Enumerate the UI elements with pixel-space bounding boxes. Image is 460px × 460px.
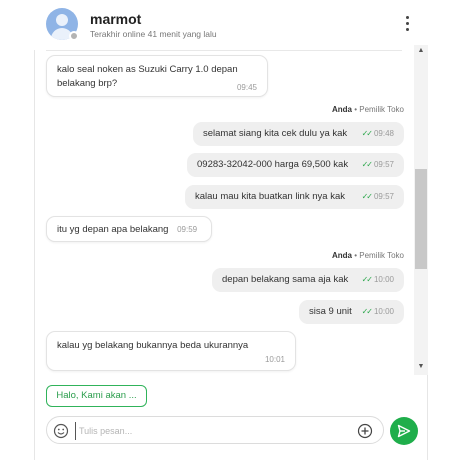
double-check-icon: ✓✓ (361, 160, 373, 169)
message-input[interactable] (75, 422, 345, 440)
scroll-down-arrow-icon[interactable]: ▼ (414, 363, 428, 373)
smiley-icon[interactable] (53, 423, 69, 439)
message-time: 09:57 (373, 160, 394, 169)
chat-header: marmot Terakhir online 41 menit yang lal… (34, 0, 428, 50)
avatar-head (56, 14, 68, 26)
message-time: 09:45 (236, 83, 257, 92)
message-time: 09:59 (177, 225, 198, 234)
message-text: 09283-32042-000 harga 69,500 kak (197, 159, 349, 170)
outgoing-message: selamat siang kita cek dulu ya kak ✓✓ 09:… (193, 122, 404, 146)
message-text: kalo seal noken as Suzuki Carry 1.0 depa… (57, 64, 238, 75)
incoming-message: kalau yg belakang bukannya beda ukuranny… (46, 331, 296, 371)
outgoing-message: kalau mau kita buatkan link nya kak ✓✓ 09… (185, 185, 404, 209)
double-check-icon: ✓✓ (361, 129, 373, 138)
quick-reply-button[interactable]: Halo, Kami akan ... (46, 385, 147, 407)
contact-name[interactable]: marmot (90, 11, 141, 27)
message-time: 10:00 (373, 307, 394, 316)
plus-circle-icon[interactable] (357, 423, 373, 439)
clipped-message-edge (46, 45, 402, 51)
incoming-message: kalo seal noken as Suzuki Carry 1.0 depa… (46, 55, 268, 97)
message-text: kalau yg belakang bukannya beda ukuranny… (57, 340, 249, 351)
last-seen-text: Terakhir online 41 menit yang lalu (90, 29, 217, 39)
message-scrollbar[interactable]: ▲ ▼ (414, 45, 428, 375)
outgoing-message: depan belakang sama aja kak ✓✓ 10:00 (212, 268, 404, 292)
message-time: 10:01 (264, 355, 285, 364)
double-check-icon: ✓✓ (361, 307, 373, 316)
message-text: belakang brp? (57, 78, 118, 89)
send-arrow-icon (397, 424, 411, 438)
sender-name: Anda (331, 105, 352, 114)
incoming-message: itu yg depan apa belakang 09:59 (46, 216, 212, 242)
more-vertical-icon[interactable] (401, 16, 413, 34)
message-composer (46, 416, 384, 444)
send-button[interactable] (390, 417, 418, 445)
scroll-up-arrow-icon[interactable]: ▲ (414, 47, 428, 57)
scroll-thumb[interactable] (415, 169, 427, 269)
message-list[interactable]: kalo seal noken as Suzuki Carry 1.0 depa… (34, 45, 414, 375)
message-time: 09:57 (373, 192, 394, 201)
message-text: kalau mau kita buatkan link nya kak (195, 191, 345, 202)
message-text: selamat siang kita cek dulu ya kak (203, 128, 348, 139)
sender-role: • Pemilik Toko (354, 105, 404, 114)
sender-name: Anda (331, 251, 352, 260)
outgoing-message: sisa 9 unit ✓✓ 10:00 (299, 300, 404, 324)
outgoing-message: 09283-32042-000 harga 69,500 kak ✓✓ 09:57 (187, 153, 404, 177)
message-time: 10:00 (373, 275, 394, 284)
message-text: depan belakang sama aja kak (222, 274, 349, 285)
double-check-icon: ✓✓ (361, 192, 373, 201)
sender-label: Anda • Pemilik Toko (264, 105, 404, 114)
sender-role: • Pemilik Toko (354, 251, 404, 260)
sender-label: Anda • Pemilik Toko (264, 251, 404, 260)
offline-status-dot (69, 31, 79, 41)
message-time: 09:48 (373, 129, 394, 138)
message-text: sisa 9 unit (309, 306, 352, 317)
message-text: itu yg depan apa belakang (57, 224, 169, 235)
double-check-icon: ✓✓ (361, 275, 373, 284)
